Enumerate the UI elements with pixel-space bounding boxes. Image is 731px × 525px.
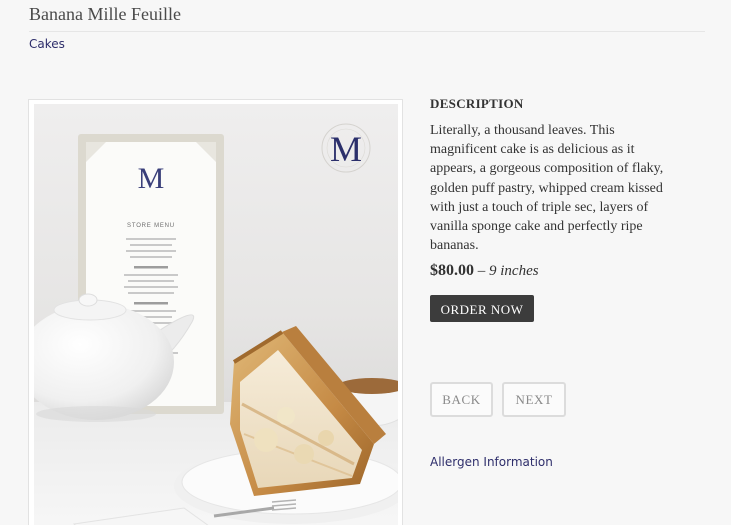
title-divider [29,31,705,32]
next-button[interactable]: NEXT [502,382,566,417]
product-price: $80.00 [430,262,474,279]
product-page: Banana Mille Feuille Cakes M STORE MENU … [0,0,731,525]
menu-logo-letter: M [138,162,165,195]
price-line: $80.00 – 9 inches [430,262,539,280]
back-button[interactable]: BACK [430,382,493,417]
price-size-separator: – [477,263,486,279]
page-title: Banana Mille Feuille [29,4,181,24]
menu-heading-text: STORE MENU [127,223,175,229]
product-description: Literally, a thousand leaves. This magni… [430,123,664,254]
product-size: 9 inches [489,263,539,279]
order-now-button[interactable]: ORDER NOW [430,295,534,322]
category-link[interactable]: Cakes [29,37,65,51]
svg-text:M: M [330,129,362,169]
description-heading: DESCRIPTION [430,96,524,111]
product-image-frame: M STORE MENU M [28,99,403,525]
allergen-information-link[interactable]: Allergen Information [430,455,553,469]
product-image[interactable]: M STORE MENU M [34,104,398,525]
